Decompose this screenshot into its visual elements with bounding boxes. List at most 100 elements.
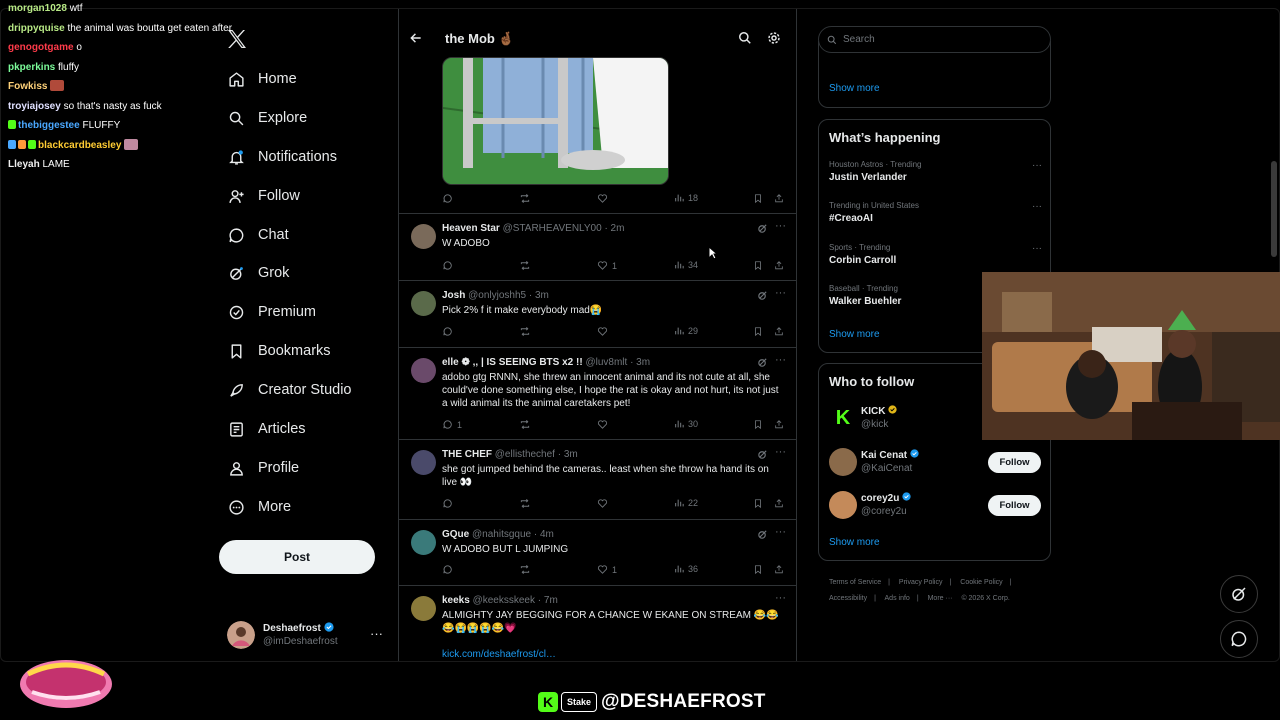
trend-item[interactable]: Trending in United States #CreaoAI ··· <box>829 201 1042 224</box>
tweet-media-image[interactable] <box>442 57 669 185</box>
tweet[interactable]: GQue @nahitsgque · 4m ··· W ADOBO BUT L … <box>399 519 796 585</box>
show-more-link[interactable]: Show more <box>829 537 880 548</box>
back-arrow-icon[interactable] <box>409 31 423 48</box>
grok-icon[interactable] <box>757 529 768 540</box>
tweet-more-icon[interactable]: ··· <box>775 526 786 538</box>
post-button[interactable]: Post <box>219 540 375 574</box>
tweet-more-icon[interactable]: ··· <box>775 446 786 458</box>
tweet-more-icon[interactable]: ··· <box>775 592 786 604</box>
like-button[interactable]: 1 <box>597 260 617 271</box>
share-icon[interactable] <box>774 260 784 271</box>
reply-icon[interactable] <box>442 260 453 271</box>
share-icon[interactable] <box>774 193 784 204</box>
reply-icon[interactable] <box>442 193 453 204</box>
footer-privacy[interactable]: Privacy Policy <box>899 579 943 586</box>
repost-icon[interactable] <box>519 193 531 204</box>
views-button[interactable]: 36 <box>674 564 698 574</box>
account-more-icon[interactable]: ··· <box>370 626 383 641</box>
nav-articles[interactable]: Articles <box>227 415 306 443</box>
footer-ads-info[interactable]: Ads info <box>885 595 910 602</box>
tweet-author-name[interactable]: Heaven Star <box>442 223 500 234</box>
bookmark-icon[interactable] <box>753 419 763 430</box>
tweet[interactable]: THE CHEF @ellisthechef · 3m ··· she got … <box>399 439 796 519</box>
views-button[interactable]: 22 <box>674 498 698 508</box>
footer-more[interactable]: More ··· <box>928 595 953 602</box>
trend-item[interactable]: Houston Astros · Trending Justin Verland… <box>829 160 1042 183</box>
tweet-more-icon[interactable]: ··· <box>775 287 786 299</box>
account-switcher[interactable]: Deshaefrost @imDeshaefrost ··· <box>227 620 387 650</box>
tweet-link[interactable]: kick.com/deshaefrost/cl… <box>442 648 782 661</box>
show-more-link[interactable]: Show more <box>829 329 880 340</box>
nav-premium[interactable]: Premium <box>227 298 316 326</box>
like-icon[interactable] <box>597 193 608 204</box>
follow-button[interactable]: Follow <box>988 452 1041 473</box>
share-icon[interactable] <box>774 326 784 337</box>
bookmark-icon[interactable] <box>753 260 763 271</box>
nav-bookmarks[interactable]: Bookmarks <box>227 337 331 365</box>
grok-icon[interactable] <box>757 449 768 460</box>
nav-creator-studio[interactable]: Creator Studio <box>227 376 352 404</box>
share-icon[interactable] <box>774 419 784 430</box>
tweet-more-icon[interactable]: ··· <box>775 354 786 366</box>
reply-button[interactable]: 1 <box>442 419 462 430</box>
views-button[interactable]: 34 <box>674 260 698 270</box>
nav-more[interactable]: More <box>227 493 291 521</box>
avatar[interactable] <box>411 596 436 621</box>
tweet-author-name[interactable]: GQue <box>442 529 469 540</box>
reply-icon[interactable] <box>442 564 453 575</box>
bookmark-icon[interactable] <box>753 498 763 509</box>
repost-icon[interactable] <box>519 564 531 575</box>
like-icon[interactable] <box>597 419 608 430</box>
follow-suggestion[interactable]: corey2u @corey2u Follow <box>829 491 1042 521</box>
search-icon[interactable] <box>738 31 752 50</box>
bookmark-icon[interactable] <box>753 564 763 575</box>
like-icon[interactable] <box>597 498 608 509</box>
grok-icon[interactable] <box>757 223 768 234</box>
repost-icon[interactable] <box>519 260 531 271</box>
grok-icon[interactable] <box>757 357 768 368</box>
footer-cookie[interactable]: Cookie Policy <box>960 579 1002 586</box>
messages-fab-button[interactable] <box>1220 620 1258 658</box>
footer-terms[interactable]: Terms of Service <box>829 579 881 586</box>
like-icon[interactable] <box>597 326 608 337</box>
footer-accessibility[interactable]: Accessibility <box>829 595 867 602</box>
gear-icon[interactable] <box>767 31 781 50</box>
trend-more-icon[interactable]: ··· <box>1032 160 1042 171</box>
avatar[interactable] <box>411 224 436 249</box>
nav-follow[interactable]: Follow <box>227 182 300 210</box>
tweet-author-name[interactable]: keeks <box>442 595 470 606</box>
bookmark-icon[interactable] <box>753 326 763 337</box>
follow-button[interactable]: Follow <box>988 495 1041 516</box>
nav-profile[interactable]: Profile <box>227 454 299 482</box>
share-icon[interactable] <box>774 564 784 575</box>
views-icon[interactable]: 18 <box>674 193 698 203</box>
show-more-link[interactable]: Show more <box>829 83 880 94</box>
tweet[interactable]: elle ❁ ,, | IS SEEING BTS x2 !! @luv8mlt… <box>399 347 796 439</box>
grok-fab-button[interactable] <box>1220 575 1258 613</box>
tweet[interactable]: Heaven Star @STARHEAVENLY00 · 2m ··· W A… <box>399 213 796 280</box>
share-icon[interactable] <box>774 498 784 509</box>
trend-more-icon[interactable]: ··· <box>1032 201 1042 212</box>
tweet-more-icon[interactable]: ··· <box>775 220 786 232</box>
tweet-author-name[interactable]: THE CHEF <box>442 449 492 460</box>
nav-grok[interactable]: Grok <box>227 259 289 287</box>
avatar[interactable] <box>411 530 436 555</box>
trend-more-icon[interactable]: ··· <box>1032 243 1042 254</box>
follow-suggestion[interactable]: Kai Cenat @KaiCenat Follow <box>829 448 1042 478</box>
repost-icon[interactable] <box>519 419 531 430</box>
trend-item[interactable]: Sports · Trending Corbin Carroll ··· <box>829 243 1042 266</box>
avatar[interactable] <box>411 358 436 383</box>
scrollbar[interactable] <box>1271 161 1277 257</box>
grok-icon[interactable] <box>757 290 768 301</box>
avatar[interactable] <box>411 291 436 316</box>
avatar[interactable] <box>411 450 436 475</box>
tweet-author-name[interactable]: elle ❁ ,, | IS SEEING BTS x2 !! <box>442 357 583 368</box>
reply-icon[interactable] <box>442 498 453 509</box>
like-button[interactable]: 1 <box>597 564 617 575</box>
nav-chat[interactable]: Chat <box>227 221 289 249</box>
repost-icon[interactable] <box>519 326 531 337</box>
bookmark-icon[interactable] <box>753 193 763 204</box>
repost-icon[interactable] <box>519 498 531 509</box>
views-button[interactable]: 30 <box>674 419 698 429</box>
views-button[interactable]: 29 <box>674 326 698 336</box>
